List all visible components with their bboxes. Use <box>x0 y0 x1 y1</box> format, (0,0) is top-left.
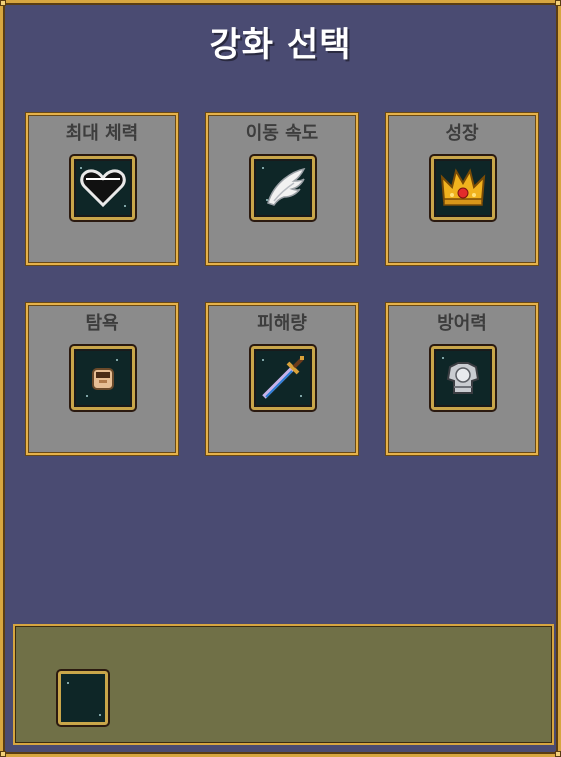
upgrade-card-label: 최대 체력 <box>65 123 139 144</box>
upgrade-card-label: 방어력 <box>437 313 487 334</box>
sword-icon <box>251 346 315 410</box>
heart-icon <box>71 156 135 220</box>
upgrade-card-label: 피해량 <box>257 313 307 334</box>
frame-corner <box>0 751 6 757</box>
upgrade-card-label: 탐욕 <box>85 313 119 334</box>
greed-bag-icon <box>71 346 135 410</box>
upgrade-card-label: 이동 속도 <box>245 123 319 144</box>
wing-icon <box>251 156 315 220</box>
upgrade-panel: 강화 선택 최대 체력 이동 속도 성장 탐욕 피해량 방어력 <box>0 0 561 757</box>
armor-icon <box>431 346 495 410</box>
upgrade-card-label: 성장 <box>445 123 479 144</box>
upgrade-card-greed[interactable]: 탐욕 <box>26 303 178 455</box>
frame-corner <box>555 0 561 6</box>
frame-corner <box>0 0 6 6</box>
upgrade-card-move-speed[interactable]: 이동 속도 <box>206 113 358 265</box>
upgrade-card-damage[interactable]: 피해량 <box>206 303 358 455</box>
upgrade-card-max-hp[interactable]: 최대 체력 <box>26 113 178 265</box>
upgrade-card-growth[interactable]: 성장 <box>386 113 538 265</box>
upgrade-card-defense[interactable]: 방어력 <box>386 303 538 455</box>
panel-title: 강화 선택 <box>209 25 352 65</box>
frame-corner <box>555 751 561 757</box>
selected-upgrade-slot <box>58 671 108 725</box>
crown-icon <box>431 156 495 220</box>
upgrade-info-panel <box>13 624 554 745</box>
